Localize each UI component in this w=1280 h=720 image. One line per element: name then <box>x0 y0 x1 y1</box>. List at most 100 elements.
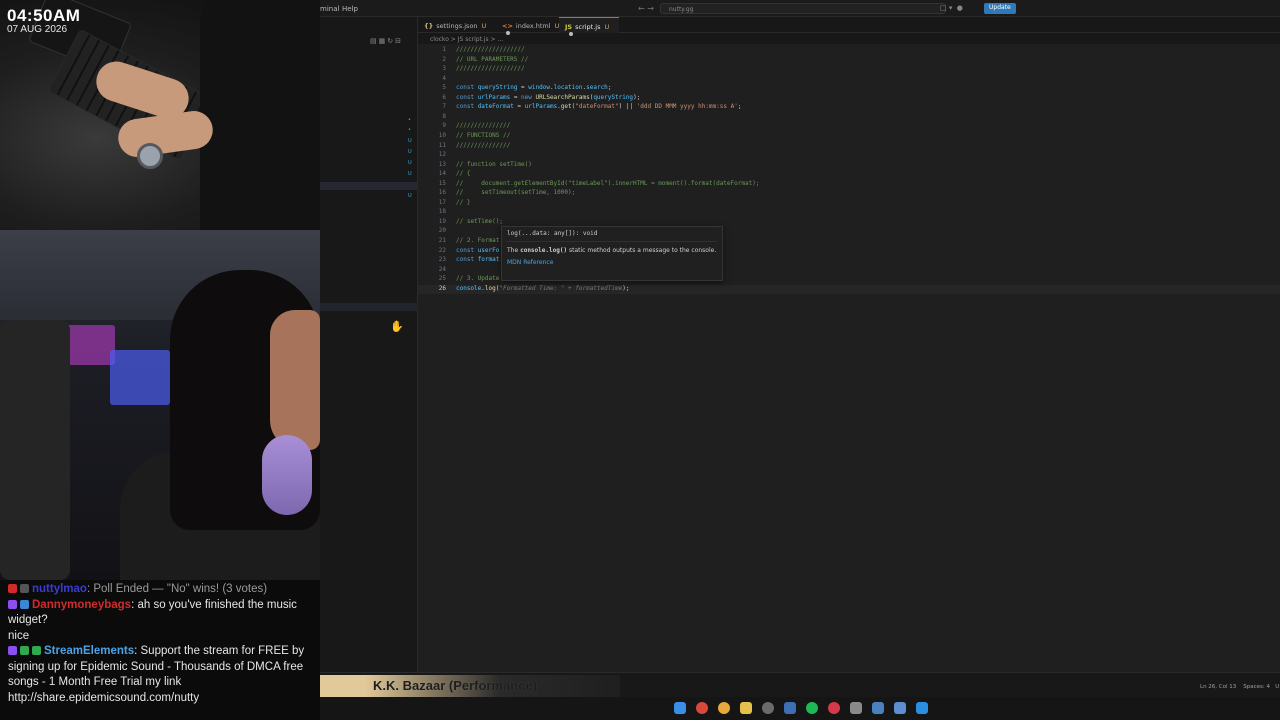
code-text[interactable]: // 2. Format <box>456 237 499 244</box>
code-text[interactable]: const userFo <box>456 247 499 254</box>
code-text[interactable]: const format <box>456 256 499 263</box>
hover-desc-prefix: The <box>507 247 519 254</box>
code-text[interactable]: // { <box>456 170 470 177</box>
music-icon[interactable] <box>828 702 840 714</box>
explorer-actions[interactable]: ▤▦↻⊟ <box>370 37 403 45</box>
refresh-icon[interactable]: ↻ <box>387 37 395 45</box>
chat-text: : Poll Ended — "No" wins! (3 votes) <box>86 583 268 595</box>
chat-username: StreamElements <box>44 645 135 657</box>
code-text[interactable]: const queryString = window.location.sear… <box>456 84 611 91</box>
code-text[interactable]: // } <box>456 199 470 206</box>
mdn-reference-link[interactable]: MDN Reference <box>507 259 717 266</box>
spotify-icon[interactable] <box>806 702 818 714</box>
explorer-hover-row[interactable] <box>320 303 418 311</box>
code-text[interactable]: // 3. Update <box>456 275 499 282</box>
new-folder-icon[interactable]: ▦ <box>379 37 388 45</box>
subscriber-icon <box>20 599 29 609</box>
chat-message: Dannymoneybags: ah so you've finished th… <box>8 598 312 629</box>
chat-message: nice <box>8 629 312 645</box>
now-playing-widget: K.K. Bazaar (Performance) <box>320 675 620 697</box>
vpn-icon[interactable] <box>784 702 796 714</box>
code-text[interactable]: // setTime(); <box>456 218 503 225</box>
code-token: "dateFormat" <box>575 103 619 111</box>
git-status-u: U <box>408 171 412 177</box>
collapse-icon[interactable]: ⊟ <box>395 37 403 45</box>
encoding[interactable]: U <box>1275 684 1279 690</box>
code-token: // URL PARAMETERS // <box>456 55 529 63</box>
tab-status: U <box>604 23 610 31</box>
javascript-icon: JS <box>565 23 573 31</box>
code-text[interactable]: // setTimeout(setTime, 1000); <box>456 189 575 196</box>
now-playing-title: K.K. Bazaar (Performance) <box>373 678 537 693</box>
hover-desc-rest: static method outputs a message to the c… <box>568 247 717 254</box>
menu-help[interactable]: Help <box>342 5 358 13</box>
vscode-icon[interactable] <box>916 702 928 714</box>
cursor-position[interactable]: Ln 26, Col 13 <box>1200 684 1236 690</box>
code-text[interactable]: const urlParams = new URLSearchParams(qu… <box>456 94 640 101</box>
code-token: /////////////////// <box>456 46 525 53</box>
code-text[interactable]: // document.getElementById("timeLabel").… <box>456 180 759 187</box>
line-number: 3 <box>442 65 446 73</box>
html-icon: <> <box>502 22 513 30</box>
code-text[interactable]: /////////////////// <box>456 65 525 72</box>
code-token: ); <box>622 284 630 292</box>
code-text[interactable]: // URL PARAMETERS // <box>456 56 528 63</box>
code-text[interactable]: const dateFormat = urlParams.get("dateFo… <box>456 103 741 110</box>
clock-overlay: 04:50AM 07 AUG 2026 <box>7 6 80 35</box>
code-token: const <box>456 84 478 92</box>
file-explorer-icon[interactable] <box>740 702 752 714</box>
chair <box>0 320 70 580</box>
unity-icon[interactable] <box>850 702 862 714</box>
code-token: // setTime(); <box>456 217 503 225</box>
wristwatch <box>137 143 163 169</box>
line-number: 6 <box>442 93 446 101</box>
code-token: 'ddd DD MMM yyyy hh:mm:ss A' <box>636 103 738 111</box>
code-token: // function setTime() <box>456 160 532 168</box>
code-text[interactable]: // FUNCTIONS // <box>456 132 510 139</box>
code-text[interactable]: console.log("Formatted Time: " + formatt… <box>456 285 629 292</box>
status-right: Ln 26, Col 13 Spaces: 4 U <box>1200 684 1279 690</box>
code-text[interactable]: /////////////// <box>456 122 510 129</box>
tab-index-html[interactable]: <> index.html U <box>496 17 559 35</box>
update-button[interactable]: Update <box>984 3 1016 14</box>
code-token: /////////////// <box>456 122 511 130</box>
line-number: 19 <box>438 217 446 225</box>
indent-setting[interactable]: Spaces: 4 <box>1243 684 1270 690</box>
unsaved-dot-icon[interactable] <box>506 31 510 35</box>
menu-terminal[interactable]: minal <box>320 5 339 13</box>
code-token: ) || <box>618 103 637 111</box>
terminal-icon[interactable] <box>872 702 884 714</box>
tab-status: U <box>481 22 487 30</box>
code-editor[interactable]: 1 /////////////////// 2 // URL PARAMETERS /… <box>418 44 1280 672</box>
code-token: get <box>560 103 572 111</box>
line-number: 11 <box>438 141 446 149</box>
app-icon[interactable] <box>894 702 906 714</box>
chat-username: Dannymoneybags <box>32 598 132 611</box>
nav-arrows-icon[interactable]: ← → <box>638 4 654 13</box>
line-number: 13 <box>438 160 446 168</box>
line-number: 17 <box>438 198 446 206</box>
unsaved-dot-icon[interactable] <box>569 32 573 36</box>
windows-start-icon[interactable] <box>674 702 686 714</box>
breadcrumb[interactable]: clocko > JS script.js > ... <box>430 36 503 43</box>
line-number: 15 <box>438 179 446 187</box>
code-text[interactable]: // function setTime() <box>456 161 532 168</box>
command-center-search[interactable]: nutty.gg <box>660 3 946 14</box>
chrome-alt-icon[interactable] <box>718 702 730 714</box>
stream-overlay: 04:50AM 07 AUG 2026 nuttylmao: Poll Ende… <box>0 0 320 720</box>
tab-settings-json[interactable]: {} settings.json U <box>418 17 496 33</box>
copilot-icon[interactable]: □ ▾ ● <box>940 4 963 12</box>
code-text[interactable]: /////////////// <box>456 142 510 149</box>
tab-script-js[interactable]: JS script.js U <box>559 17 619 36</box>
new-file-icon[interactable]: ▤ <box>370 37 379 45</box>
settings-icon[interactable] <box>762 702 774 714</box>
chrome-icon[interactable] <box>696 702 708 714</box>
bot-icon <box>32 646 41 655</box>
code-token: format <box>477 256 500 264</box>
code-text[interactable]: /////////////////// <box>456 46 525 53</box>
line-number: 10 <box>438 131 446 139</box>
hover-description: The console.log() static method outputs … <box>507 242 717 256</box>
json-icon: {} <box>424 22 434 30</box>
code-line[interactable]: 26 console.log("Formatted Time: " + forma… <box>418 284 1280 295</box>
explorer-selected-row[interactable] <box>320 182 418 190</box>
